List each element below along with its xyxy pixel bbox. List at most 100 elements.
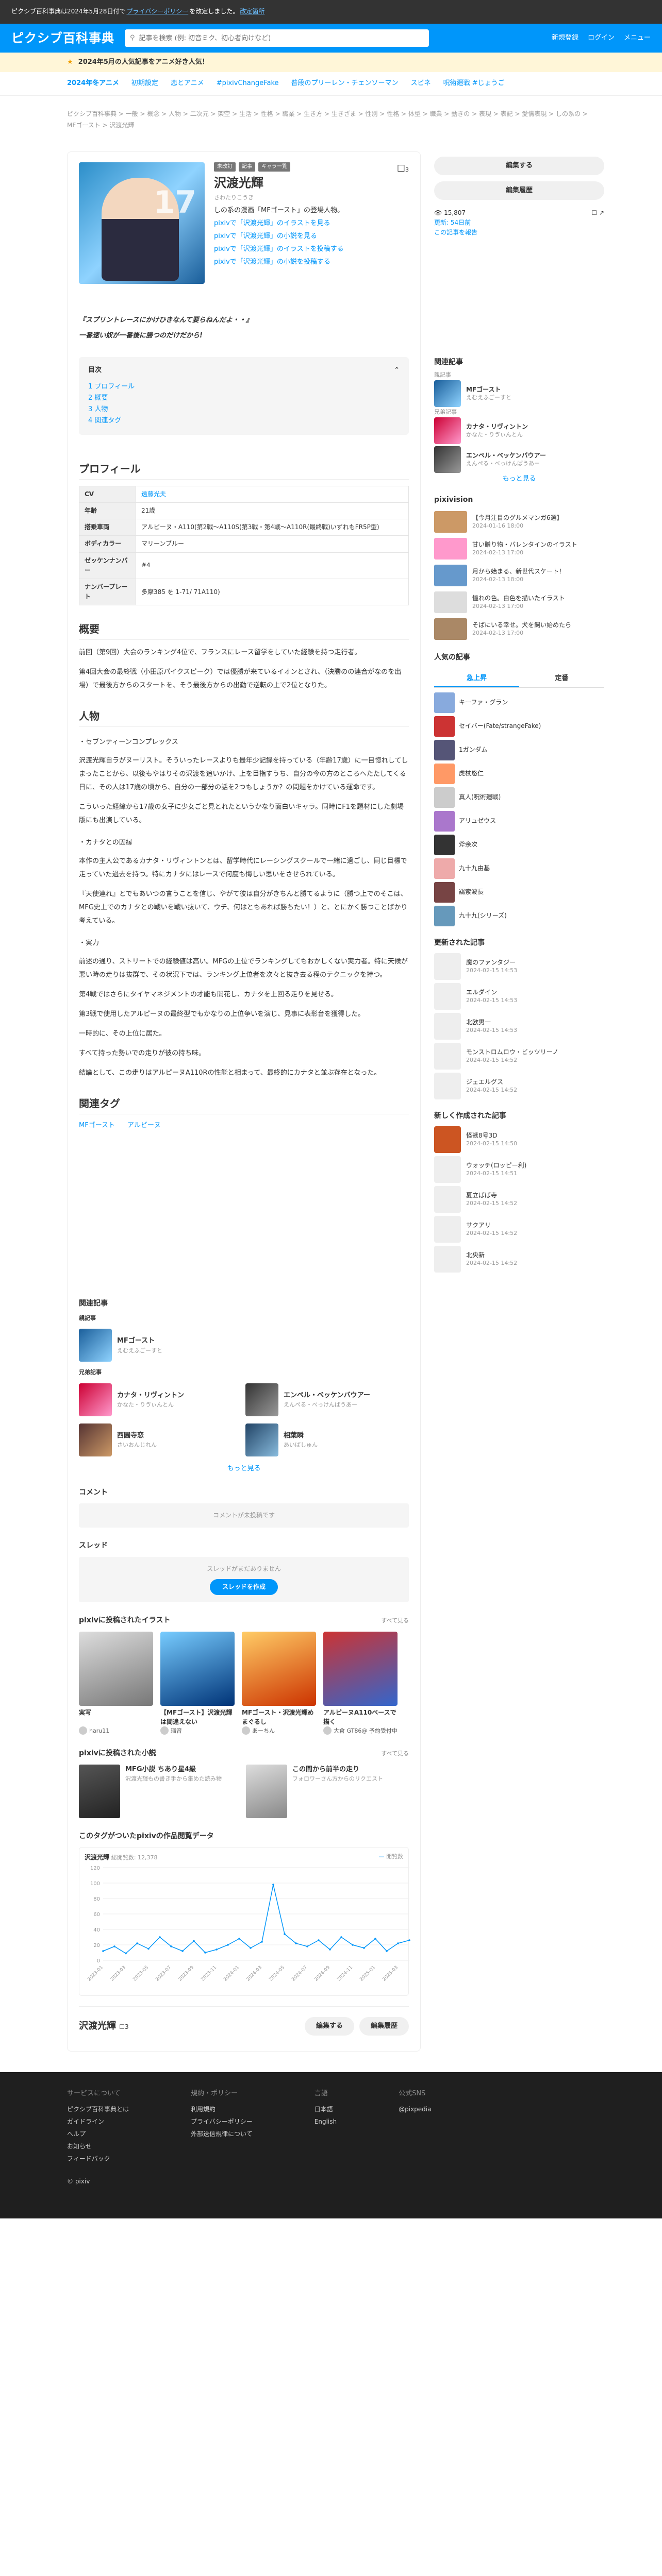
site-logo[interactable]: ピクシブ百科事典 [11, 28, 120, 48]
article-thumbnail[interactable]: 17 [79, 162, 205, 284]
data-point [238, 1938, 240, 1940]
rank-item[interactable]: 羂索波長 [434, 880, 604, 904]
related-item[interactable]: MFゴースト えむえふごーすと [434, 379, 604, 408]
rank-item[interactable]: キーファ・グラン [434, 691, 604, 715]
edit-button[interactable]: 編集する [434, 157, 604, 175]
rank-item[interactable]: 真人(呪術廻戦) [434, 786, 604, 809]
rank-item[interactable]: 虎杖悠仁 [434, 762, 604, 786]
tab-standard[interactable]: 定番 [519, 671, 604, 687]
search-input[interactable] [139, 34, 424, 42]
bookmark-count[interactable]: ☐3 [119, 2023, 128, 2030]
updated-item[interactable]: モンストロムロウ・ビッツリーノ 2024-02-15 14:52 [434, 1041, 604, 1071]
related-item[interactable]: カナタ・リヴィントン かなた・りゔぃんとん [79, 1381, 242, 1418]
edit-button[interactable]: 編集する [305, 2016, 354, 2036]
trend-tag[interactable]: 初期設定 [131, 78, 158, 89]
toc-item[interactable]: 3 人物 [88, 404, 400, 415]
updated-item[interactable]: ジェエルグス 2024-02-15 14:52 [434, 1071, 604, 1101]
rank-item[interactable]: 1ガンダム [434, 738, 604, 762]
copyright: © pixiv [67, 2177, 90, 2185]
illust-card[interactable]: MFゴースト・沢渡光輝めまぐるし あーちん [242, 1631, 316, 1736]
new-item[interactable]: ウォッチ(ロッピー利) 2024-02-15 14:51 [434, 1155, 604, 1184]
bookmark-icon[interactable]: ☐3 [397, 162, 409, 176]
more-link[interactable]: もっと見る [79, 1464, 409, 1475]
footer-link[interactable]: フィードバック [67, 2153, 129, 2165]
collapse-icon[interactable]: ⌃ [394, 365, 400, 376]
data-point [352, 1944, 354, 1946]
trend-tag[interactable]: 2024年冬アニメ [67, 78, 119, 89]
illust-card[interactable]: 実写 haru11 [79, 1631, 153, 1736]
footer-link[interactable]: プライバシーポリシー [191, 2115, 253, 2128]
see-all-link[interactable]: すべて見る [381, 1616, 409, 1625]
pixiv-link[interactable]: pixivで「沢渡光輝」の小説を見る [214, 230, 409, 243]
footer-link[interactable]: ガイドライン [67, 2115, 129, 2128]
signup-link[interactable]: 新規登録 [552, 33, 578, 44]
updated-item[interactable]: エルダイン 2024-02-15 14:53 [434, 981, 604, 1011]
news-item[interactable]: 月から始まる、新世代スケート！ 2024-02-13 18:00 [434, 562, 604, 589]
illust-card[interactable]: 【MFゴースト】沢渡光輝は間違えない 瑠音 [160, 1631, 235, 1736]
trend-tag[interactable]: 恋とアニメ [171, 78, 204, 89]
report-link[interactable]: この記事を報告 [434, 228, 604, 238]
search-box[interactable]: ⚲ [125, 29, 429, 47]
footer-link[interactable]: 外部送信規律について [191, 2128, 253, 2140]
trend-tag[interactable]: スビネ [411, 78, 431, 89]
paragraph: 『天使連れ』とでもあいつの言うことを信じ、やがて彼は自分がきちんと勝てるように（… [79, 890, 408, 925]
new-item[interactable]: サクアリ 2024-02-15 14:52 [434, 1214, 604, 1244]
data-point [147, 1947, 150, 1950]
novel-card[interactable]: MFG小説 ちあり星4級 沢渡光輝もの書き手から集めた読み物 [79, 1764, 239, 1818]
promo-banner[interactable]: ★ 2024年5月の人気記事をアニメ好き人気！ [0, 53, 662, 72]
trend-tag[interactable]: #pixivChangeFake [217, 78, 279, 89]
breadcrumb[interactable]: ピクシブ百科事典 > 一般 > 概念 > 人物 > 二次元 > 架空 > 生活 … [0, 96, 662, 151]
pixiv-link[interactable]: pixivで「沢渡光輝」の小説を投稿する [214, 256, 409, 268]
create-thread-button[interactable]: スレッドを作成 [209, 1579, 278, 1596]
news-item[interactable]: 【今月注目のグルメマンガ6選】 2024-01-16 18:00 [434, 509, 604, 535]
updated-text[interactable]: 更新: 54日前 [434, 218, 604, 228]
related-item[interactable]: MFゴースト えむえふごーすと [79, 1327, 409, 1364]
trend-tag[interactable]: 普段のプリーレン・チェンソーマン [291, 78, 399, 89]
x-link[interactable]: @pixpedia [399, 2103, 431, 2115]
history-button[interactable]: 編集履歴 [434, 181, 604, 200]
tab-trending[interactable]: 急上昇 [434, 671, 519, 687]
news-item[interactable]: 甘い贈り物・バレンタインのイラスト 2024-02-13 17:00 [434, 535, 604, 562]
footer-link[interactable]: 利用規約 [191, 2103, 253, 2115]
related-item[interactable]: カナタ・リヴィントン かなた・りゔぃんとん [434, 416, 604, 445]
privacy-policy-link[interactable]: プライバシーポリシー [126, 7, 188, 16]
rank-item[interactable]: 九十九由基 [434, 857, 604, 880]
footer-link[interactable]: 日本語 [315, 2103, 337, 2115]
login-link[interactable]: ログイン [588, 33, 615, 44]
trend-tag[interactable]: 呪術廻戦 #じょうご [443, 78, 505, 89]
novel-card[interactable]: この間から前半の走り フォロワーさん方からのリクエスト [246, 1764, 406, 1818]
pixiv-link[interactable]: pixivで「沢渡光輝」のイラストを見る [214, 217, 409, 230]
more-link[interactable]: もっと見る [434, 474, 604, 485]
see-all-link[interactable]: すべて見る [381, 1749, 409, 1758]
footer-link[interactable]: お知らせ [67, 2140, 129, 2153]
updated-item[interactable]: 北欧男一 2024-02-15 14:53 [434, 1011, 604, 1041]
new-item[interactable]: 怪獣8号3D 2024-02-15 14:50 [434, 1125, 604, 1155]
history-button[interactable]: 編集履歴 [359, 2016, 409, 2036]
rank-item[interactable]: セイバー(Fate/strangeFake) [434, 715, 604, 738]
illust-card[interactable]: アルピーヌA110ベースで描く 大倉 GT86@ 予約受付中 [323, 1631, 398, 1736]
changes-link[interactable]: 改定箇所 [240, 7, 264, 16]
cv-link[interactable]: 遠藤光夫 [136, 485, 409, 503]
related-item[interactable]: エンペル・ベッケンバウアー えんぺる・べっけんばうあー [245, 1381, 409, 1418]
new-item[interactable]: 北央新 2024-02-15 14:52 [434, 1244, 604, 1274]
new-item[interactable]: 夏立ばば寺 2024-02-15 14:52 [434, 1184, 604, 1214]
related-tag[interactable]: MFゴースト [79, 1121, 115, 1131]
news-item[interactable]: そばにいる幸せ。犬を飼い始めたら 2024-02-13 17:00 [434, 616, 604, 642]
updated-item[interactable]: 魔のファンタジー 2024-02-15 14:53 [434, 952, 604, 981]
related-item[interactable]: エンペル・ベッケンバウアー えんぺる・べっけんばうあー [434, 445, 604, 474]
toc-item[interactable]: 1 プロフィール [88, 381, 400, 393]
toc-item[interactable]: 4 関連タグ [88, 415, 400, 427]
related-item[interactable]: 西園寺恋 さいおんじれん [79, 1421, 242, 1459]
toc-item[interactable]: 2 概要 [88, 393, 400, 404]
footer-link[interactable]: English [315, 2115, 337, 2128]
menu-button[interactable]: メニュー [624, 33, 651, 44]
footer-link[interactable]: ピクシブ百科事典とは [67, 2103, 129, 2115]
related-item[interactable]: 相葉瞬 あいばしゅん [245, 1421, 409, 1459]
pixiv-link[interactable]: pixivで「沢渡光輝」のイラストを投稿する [214, 243, 409, 256]
news-item[interactable]: 憧れの色。白色を描いたイラスト 2024-02-13 17:00 [434, 589, 604, 616]
related-tag[interactable]: アルピーヌ [127, 1121, 161, 1131]
footer-link[interactable]: ヘルプ [67, 2128, 129, 2140]
rank-item[interactable]: アリュゼウス [434, 809, 604, 833]
rank-item[interactable]: 九十九(シリーズ) [434, 904, 604, 928]
rank-item[interactable]: 斧余次 [434, 833, 604, 857]
